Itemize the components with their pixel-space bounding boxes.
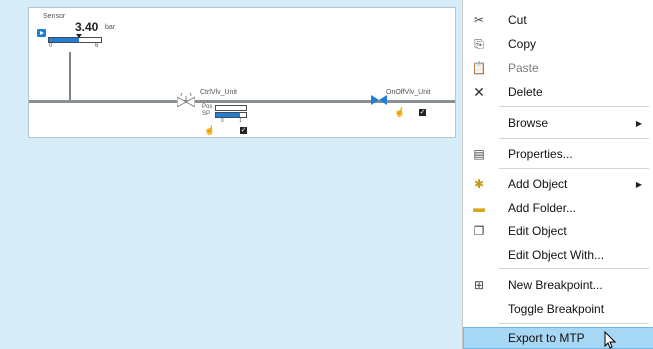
menu-item-properties[interactable]: ▤ Properties... xyxy=(463,142,653,166)
menu-separator xyxy=(499,268,649,269)
sensor-marker xyxy=(75,34,82,38)
onoff-valve-icon[interactable] xyxy=(371,95,387,105)
context-menu: ✂ Cut ⎘ Copy 📋 Paste ✕ Delete Browse ▶ ▤… xyxy=(462,0,653,349)
onoff-check-icon[interactable]: ✓ xyxy=(419,109,426,116)
menu-separator xyxy=(499,106,649,107)
menu-separator xyxy=(499,168,649,169)
sensor-unit: bar xyxy=(105,24,116,31)
menu-item-edit-object[interactable]: ❐ Edit Object xyxy=(463,219,653,243)
menu-item-edit-object-with[interactable]: Edit Object With... xyxy=(463,243,653,267)
ctrl-valve-sp-fill xyxy=(216,113,240,117)
menu-item-add-folder[interactable]: ▬ Add Folder... xyxy=(463,196,653,220)
process-canvas[interactable]: Sensor 3.40 bar 0 6 CtrlVlv_Unit Pos SP … xyxy=(28,7,456,138)
sensor-scale-min: 0 xyxy=(49,43,53,49)
pipe-line xyxy=(29,100,455,103)
menu-separator xyxy=(499,323,649,324)
menu-item-toggle-breakpoint[interactable]: Toggle Breakpoint xyxy=(463,297,653,321)
menu-separator xyxy=(499,138,649,139)
folder-icon: ▬ xyxy=(473,201,485,215)
onoff-valve-name: OnOffVlv_Unit xyxy=(386,89,431,96)
auto-check-icon[interactable]: ✓ xyxy=(240,127,247,134)
sensor-value: 3.40 xyxy=(75,20,99,34)
ctrl-valve-sp-label: SP xyxy=(202,111,211,117)
scissors-icon: ✂ xyxy=(473,13,485,27)
edit-object-icon: ❐ xyxy=(473,224,485,238)
sensor-bar-fill xyxy=(49,38,79,42)
breakpoint-icon: ⊞ xyxy=(473,278,485,292)
ctrl-valve-pos-label: Pos xyxy=(202,104,213,110)
ctrl-valve-scale-min: 0 xyxy=(221,118,224,124)
sensor-stem xyxy=(69,52,71,102)
sensor-scale-max: 6 xyxy=(95,43,99,49)
mouse-cursor-icon xyxy=(604,331,616,349)
delete-x-icon: ✕ xyxy=(473,83,485,100)
menu-item-cut[interactable]: ✂ Cut xyxy=(463,8,653,32)
submenu-arrow-icon: ▶ xyxy=(635,118,642,128)
control-valve-icon[interactable] xyxy=(177,93,195,107)
ctrl-valve-name: CtrlVlv_Unit xyxy=(200,89,237,96)
menu-item-delete[interactable]: ✕ Delete xyxy=(463,80,653,104)
copy-icon: ⎘ xyxy=(474,36,484,51)
paste-icon: 📋 xyxy=(471,61,487,75)
sensor-bar xyxy=(48,34,102,43)
sensor-faceplate-icon[interactable] xyxy=(37,29,46,37)
menu-item-new-breakpoint[interactable]: ⊞ New Breakpoint... xyxy=(463,273,653,297)
properties-icon: ▤ xyxy=(473,147,485,161)
ctrl-valve-scale-max: 1 xyxy=(239,118,242,124)
menu-item-add-object[interactable]: ✱ Add Object ▶ xyxy=(463,172,653,196)
menu-item-paste[interactable]: 📋 Paste xyxy=(463,56,653,80)
ctrl-valve-pos-bar xyxy=(215,105,247,111)
sensor-name: Sensor xyxy=(43,13,66,20)
menu-item-export-mtp[interactable]: Export to MTP xyxy=(463,327,653,349)
onoff-hand-icon[interactable]: ☝ xyxy=(394,107,405,118)
ctrl-valve-sp-bar xyxy=(215,112,247,118)
add-object-icon: ✱ xyxy=(473,177,485,191)
submenu-arrow-icon: ▶ xyxy=(635,179,642,189)
manual-hand-icon[interactable]: ☝ xyxy=(204,125,215,136)
menu-item-browse[interactable]: Browse ▶ xyxy=(463,111,653,135)
menu-item-copy[interactable]: ⎘ Copy xyxy=(463,32,653,56)
